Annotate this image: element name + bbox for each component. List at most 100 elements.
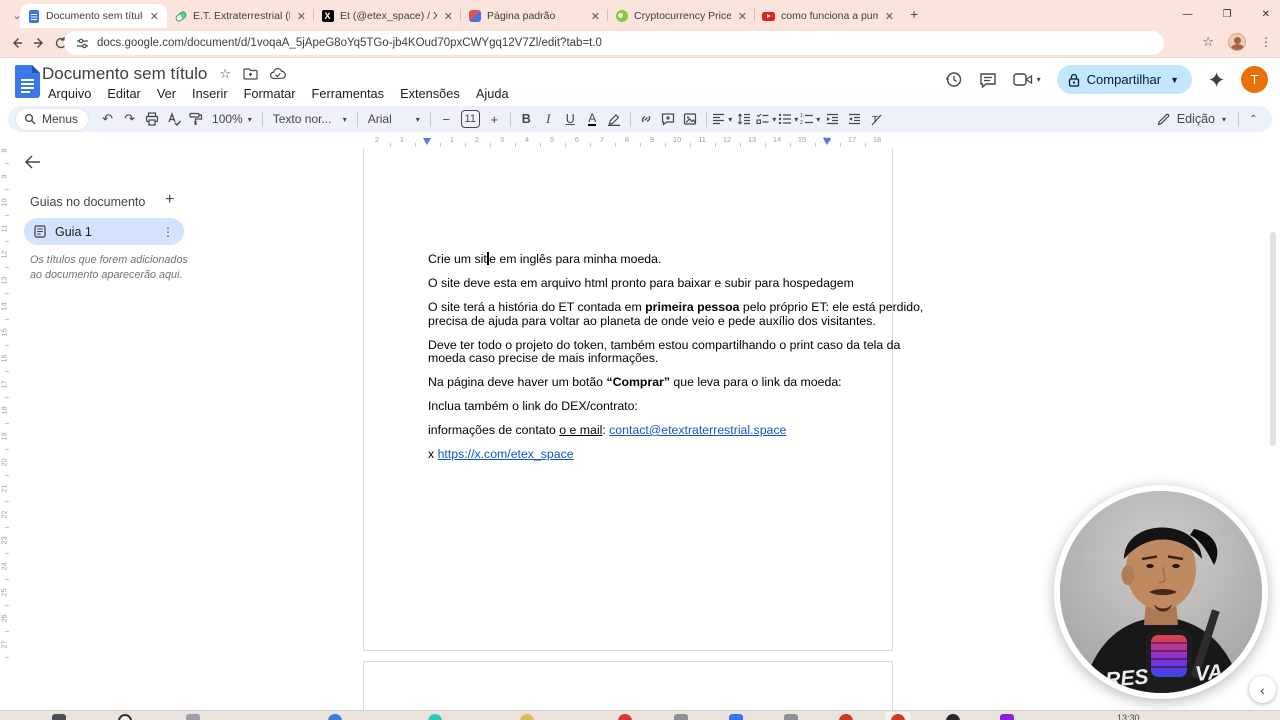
taskbar-icon-app-blue-round[interactable] <box>328 714 342 720</box>
taskbar-icon-app-purple[interactable] <box>1000 714 1014 720</box>
hyperlink[interactable]: https://x.com/etex_space <box>438 447 574 461</box>
paragraph-style-select[interactable]: Texto nor... ▾ <box>268 112 352 126</box>
zoom-select[interactable]: 100% ▾ <box>207 112 257 126</box>
sidebar-back-icon[interactable] <box>24 155 41 169</box>
cloud-saved-icon[interactable] <box>270 68 286 80</box>
browser-menu-kebab-icon[interactable]: ⋮ <box>1260 35 1272 49</box>
meet-dropdown-caret[interactable]: ▾ <box>1037 75 1041 84</box>
left-indent-marker[interactable] <box>423 138 431 145</box>
insert-link-icon[interactable] <box>636 109 657 130</box>
text-color-button[interactable]: A <box>582 109 603 130</box>
decrease-font-size-button[interactable]: − <box>436 109 457 130</box>
gemini-spark-icon[interactable] <box>1208 71 1225 88</box>
undo-icon[interactable]: ↶ <box>97 109 118 130</box>
align-select[interactable]: ▾ <box>712 109 733 130</box>
edge-collapse-chevron-icon[interactable]: ‹ <box>1249 676 1276 703</box>
line-spacing-icon[interactable] <box>734 109 755 130</box>
move-to-folder-icon[interactable] <box>243 68 258 80</box>
increase-font-size-button[interactable]: + <box>484 109 505 130</box>
font-size-field[interactable]: 11 <box>460 110 480 128</box>
spellcheck-icon[interactable] <box>163 109 184 130</box>
url-address-field[interactable]: docs.google.com/document/d/1voqaA_5jApeG… <box>64 31 1164 55</box>
tab-options-kebab-icon[interactable]: ⋮ <box>162 225 174 239</box>
browser-tab[interactable]: E.T. Extraterrestrial (ETE) - Pum ✕ <box>167 4 314 28</box>
taskbar-icon-search-circle[interactable] <box>118 714 132 720</box>
browser-tab[interactable]: X Et (@etex_space) / X ✕ <box>314 4 461 28</box>
clear-formatting-icon[interactable]: T <box>866 109 887 130</box>
print-icon[interactable] <box>141 109 162 130</box>
taskbar-icon-app-red-1[interactable] <box>618 714 632 720</box>
taskbar-icon-app-gray-3[interactable] <box>784 714 798 720</box>
taskbar-icon-app-teal[interactable] <box>428 714 442 720</box>
menu-ferramentas[interactable]: Ferramentas <box>306 86 391 101</box>
tab-close-icon[interactable]: ✕ <box>149 10 160 23</box>
browser-tab[interactable]: Cryptocurrency Prices, Charts, ✕ <box>608 4 755 28</box>
share-button[interactable]: Compartilhar ▼ <box>1056 65 1192 94</box>
close-button[interactable]: ✕ <box>1262 9 1270 20</box>
maximize-button[interactable]: ❐ <box>1223 9 1232 20</box>
increase-indent-icon[interactable] <box>844 109 865 130</box>
taskbar-icon-app-gray-2[interactable] <box>674 714 688 720</box>
menu-extenses[interactable]: Extensões <box>394 86 466 101</box>
document-scrollbar[interactable] <box>1270 232 1276 446</box>
sidebar-heading: Guias no documento <box>30 195 146 209</box>
browser-tab[interactable]: como funciona a pump.fun - Y ✕ <box>755 4 902 28</box>
menu-ajuda[interactable]: Ajuda <box>470 86 515 101</box>
document-title[interactable]: Documento sem título <box>42 64 207 84</box>
back-icon[interactable] <box>8 34 26 52</box>
menu-arquivo[interactable]: Arquivo <box>42 86 97 101</box>
sidebar-item-guia-1[interactable]: Guia 1 ⋮ <box>24 218 184 245</box>
site-info-icon[interactable] <box>76 37 89 50</box>
menu-formatar[interactable]: Formatar <box>238 86 302 101</box>
tab-close-icon[interactable]: ✕ <box>884 10 895 23</box>
forward-icon[interactable] <box>30 34 48 52</box>
browser-profile-avatar[interactable] <box>1228 33 1246 51</box>
tab-close-icon[interactable]: ✕ <box>296 10 307 23</box>
underline-button[interactable]: U <box>560 109 581 130</box>
taskbar-icon-app-dark[interactable] <box>52 714 66 720</box>
italic-button[interactable]: I <box>538 109 559 130</box>
share-dropdown-caret[interactable]: ▼ <box>1170 75 1179 85</box>
taskbar-clock[interactable]: 13:30 <box>1117 713 1140 720</box>
browser-tab[interactable]: Página padrão ✕ <box>461 4 608 28</box>
meet-video-call-icon[interactable]: ▾ <box>1012 72 1041 87</box>
menu-inserir[interactable]: Inserir <box>186 86 234 101</box>
google-docs-logo[interactable] <box>15 65 40 98</box>
minimize-button[interactable]: — <box>1183 9 1193 20</box>
bookmark-star-icon[interactable]: ☆ <box>1202 34 1214 50</box>
bold-button[interactable]: B <box>516 109 537 130</box>
menu-editar[interactable]: Editar <box>101 86 146 101</box>
account-avatar[interactable]: T <box>1241 66 1268 93</box>
browser-tab[interactable]: Documento sem título - Googl ✕ <box>20 4 167 28</box>
paint-format-icon[interactable] <box>185 109 206 130</box>
right-indent-marker[interactable] <box>823 138 831 145</box>
taskbar-icon-app-black[interactable] <box>946 714 960 720</box>
editing-mode-select[interactable]: Edição ▾ <box>1149 112 1234 126</box>
tab-close-icon[interactable]: ✕ <box>737 10 748 23</box>
bulleted-list-select[interactable]: ▾ <box>778 109 799 130</box>
star-document-icon[interactable]: ☆ <box>219 66 231 82</box>
font-select[interactable]: Arial ▾ <box>363 112 425 126</box>
hyperlink[interactable]: contact@etextraterrestrial.space <box>609 423 786 437</box>
toolbar-menus-search[interactable]: Menus <box>16 108 89 130</box>
taskbar-icon-app-yellow[interactable] <box>520 714 534 720</box>
insert-image-icon[interactable] <box>680 109 701 130</box>
redo-icon[interactable]: ↷ <box>119 109 140 130</box>
collapse-toolbar-icon[interactable]: ⌃ <box>1243 109 1264 130</box>
comments-icon[interactable] <box>979 71 997 89</box>
taskbar-icon-app-red-2[interactable] <box>839 714 853 720</box>
decrease-indent-icon[interactable] <box>822 109 843 130</box>
version-history-icon[interactable] <box>944 70 963 89</box>
menu-ver[interactable]: Ver <box>151 86 182 101</box>
document-editor-surface[interactable]: Crie um sit e em inglês para minha moeda.… <box>428 252 923 472</box>
new-tab-button[interactable]: + <box>910 6 918 22</box>
add-comment-icon[interactable] <box>658 109 679 130</box>
tab-close-icon[interactable]: ✕ <box>443 10 454 23</box>
add-tab-button[interactable]: + <box>165 191 174 209</box>
highlight-color-button[interactable] <box>604 109 625 130</box>
tab-close-icon[interactable]: ✕ <box>590 10 601 23</box>
taskbar-icon-app-blue-square[interactable] <box>729 714 743 720</box>
checklist-select[interactable]: ▾ <box>756 109 777 130</box>
numbered-list-select[interactable]: 12 ▾ <box>800 109 821 130</box>
taskbar-icon-app-gray-1[interactable] <box>186 714 200 720</box>
